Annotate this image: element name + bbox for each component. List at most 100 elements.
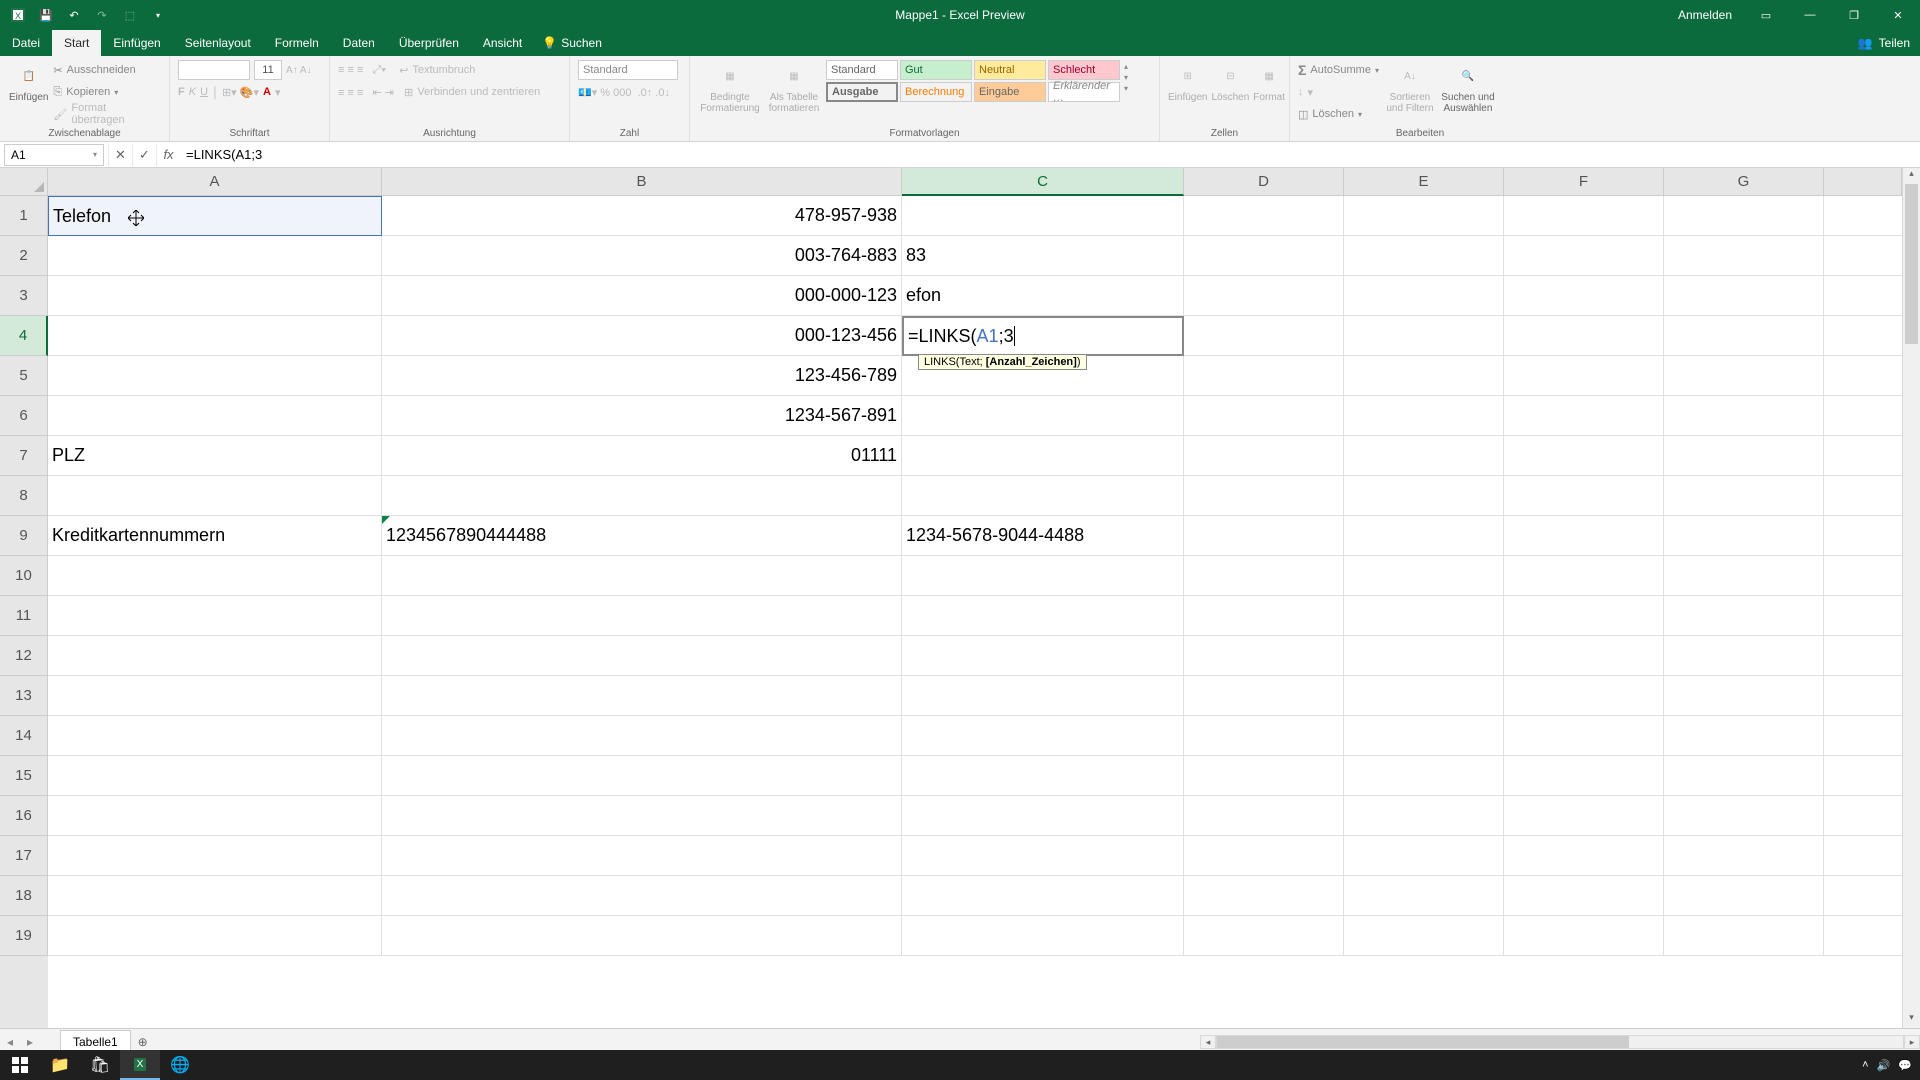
col-header-C[interactable]: C: [902, 168, 1184, 196]
tab-start[interactable]: Start: [52, 30, 101, 56]
cell-B2[interactable]: 003-764-883: [382, 236, 902, 276]
cell-B9[interactable]: 1234567890444488: [382, 516, 902, 556]
style-schlecht[interactable]: Schlecht: [1048, 60, 1120, 80]
cell-G7[interactable]: [1664, 436, 1824, 476]
cell-E19[interactable]: [1344, 916, 1504, 956]
cell-D6[interactable]: [1184, 396, 1344, 436]
cell-A5[interactable]: [48, 356, 382, 396]
cell-G1[interactable]: [1664, 196, 1824, 236]
tray-notifications-icon[interactable]: 💬: [1898, 1059, 1912, 1072]
cell-C19[interactable]: [902, 916, 1184, 956]
cell-C10[interactable]: [902, 556, 1184, 596]
cell-B12[interactable]: [382, 636, 902, 676]
cell-F15[interactable]: [1504, 756, 1664, 796]
cell-F19[interactable]: [1504, 916, 1664, 956]
add-sheet-button[interactable]: ⊕: [131, 1035, 155, 1049]
cell-B10[interactable]: [382, 556, 902, 596]
row-header-4[interactable]: 4: [0, 316, 48, 356]
sort-filter-button[interactable]: A↓Sortieren und Filtern: [1383, 60, 1437, 114]
cell-A17[interactable]: [48, 836, 382, 876]
cell-C1[interactable]: [902, 196, 1184, 236]
cell-E16[interactable]: [1344, 796, 1504, 836]
cell-F8[interactable]: [1504, 476, 1664, 516]
row-header-10[interactable]: 10: [0, 556, 48, 596]
cell-D19[interactable]: [1184, 916, 1344, 956]
cell-G8[interactable]: [1664, 476, 1824, 516]
tell-me-search[interactable]: 💡 Suchen: [534, 30, 610, 56]
cell-C2[interactable]: 83: [902, 236, 1184, 276]
cell-F16[interactable]: [1504, 796, 1664, 836]
cell-D10[interactable]: [1184, 556, 1344, 596]
close-icon[interactable]: ✕: [1876, 0, 1920, 30]
vertical-scrollbar[interactable]: ▴ ▾: [1902, 168, 1920, 1028]
undo-icon[interactable]: ↶: [64, 5, 84, 25]
cell-D13[interactable]: [1184, 676, 1344, 716]
cell-F12[interactable]: [1504, 636, 1664, 676]
cell-D9[interactable]: [1184, 516, 1344, 556]
copy-button[interactable]: ⎘Kopieren▾: [53, 82, 161, 102]
cell-D11[interactable]: [1184, 596, 1344, 636]
row-header-14[interactable]: 14: [0, 716, 48, 756]
cell-B3[interactable]: 000-000-123: [382, 276, 902, 316]
signin-link[interactable]: Anmelden: [1666, 8, 1744, 22]
cell-G14[interactable]: [1664, 716, 1824, 756]
tab-ansicht[interactable]: Ansicht: [471, 30, 534, 56]
cell-A19[interactable]: [48, 916, 382, 956]
font-size-input[interactable]: [254, 60, 282, 80]
cell-G16[interactable]: [1664, 796, 1824, 836]
cell-B8[interactable]: [382, 476, 902, 516]
cell-D8[interactable]: [1184, 476, 1344, 516]
cell-B13[interactable]: [382, 676, 902, 716]
cell-E12[interactable]: [1344, 636, 1504, 676]
cell-F13[interactable]: [1504, 676, 1664, 716]
cell-E6[interactable]: [1344, 396, 1504, 436]
cell-A12[interactable]: [48, 636, 382, 676]
cell-E18[interactable]: [1344, 876, 1504, 916]
col-header-B[interactable]: B: [382, 168, 902, 196]
style-berechnung[interactable]: Berechnung: [900, 82, 972, 102]
cell-G4[interactable]: [1664, 316, 1824, 356]
cell-E13[interactable]: [1344, 676, 1504, 716]
cell-C7[interactable]: [902, 436, 1184, 476]
cell-F11[interactable]: [1504, 596, 1664, 636]
taskbar-store-icon[interactable]: 🛍: [80, 1050, 120, 1080]
cell-G3[interactable]: [1664, 276, 1824, 316]
cell-B14[interactable]: [382, 716, 902, 756]
maximize-icon[interactable]: ❐: [1832, 0, 1876, 30]
tab-einfuegen[interactable]: Einfügen: [101, 30, 172, 56]
format-painter-button[interactable]: 🖌Format übertragen: [53, 104, 161, 124]
cell-E11[interactable]: [1344, 596, 1504, 636]
cell-D2[interactable]: [1184, 236, 1344, 276]
tab-formeln[interactable]: Formeln: [263, 30, 331, 56]
cell-B19[interactable]: [382, 916, 902, 956]
format-as-table-button[interactable]: ▦Als Tabelle formatieren: [766, 60, 822, 114]
cell-E3[interactable]: [1344, 276, 1504, 316]
row-header-11[interactable]: 11: [0, 596, 48, 636]
cell-F2[interactable]: [1504, 236, 1664, 276]
style-gut[interactable]: Gut: [900, 60, 972, 80]
name-box[interactable]: A1▾: [4, 144, 104, 166]
taskbar-edge-icon[interactable]: 🌐: [160, 1050, 200, 1080]
qat-touch-icon[interactable]: ⬚: [120, 5, 140, 25]
cell-E14[interactable]: [1344, 716, 1504, 756]
cell-E17[interactable]: [1344, 836, 1504, 876]
cell-A2[interactable]: [48, 236, 382, 276]
qat-customize-icon[interactable]: ▾: [148, 5, 168, 25]
cell-F9[interactable]: [1504, 516, 1664, 556]
cell-G17[interactable]: [1664, 836, 1824, 876]
fill-button[interactable]: ↓▾: [1298, 82, 1379, 102]
cell-F14[interactable]: [1504, 716, 1664, 756]
cell-D18[interactable]: [1184, 876, 1344, 916]
style-eingabe[interactable]: Eingabe: [974, 82, 1046, 102]
paste-button[interactable]: 📋 Einfügen: [8, 60, 49, 103]
cell-A15[interactable]: [48, 756, 382, 796]
cell-D16[interactable]: [1184, 796, 1344, 836]
cell-A8[interactable]: [48, 476, 382, 516]
cell-F6[interactable]: [1504, 396, 1664, 436]
tray-volume-icon[interactable]: 🔊: [1877, 1059, 1891, 1072]
col-header-D[interactable]: D: [1184, 168, 1344, 196]
cell-G2[interactable]: [1664, 236, 1824, 276]
share-button[interactable]: Teilen: [1879, 36, 1910, 50]
style-erkl[interactable]: Erklärender …: [1048, 82, 1120, 102]
row-header-9[interactable]: 9: [0, 516, 48, 556]
